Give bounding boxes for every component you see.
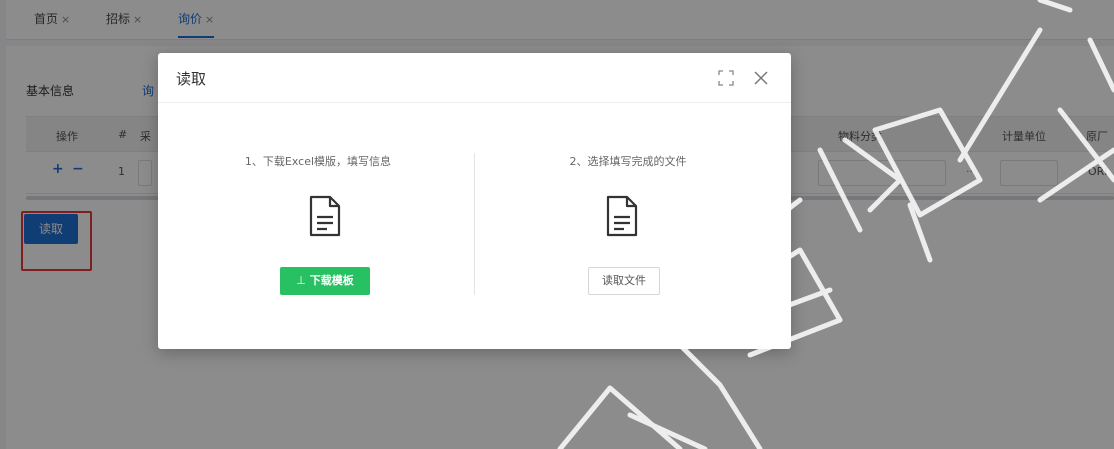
download-icon: ⊥ (296, 274, 306, 287)
step-select-label: 2、选择填写完成的文件 (569, 155, 687, 168)
column-divider (474, 153, 475, 295)
document-icon (309, 195, 341, 237)
dialog-header: 读取 (158, 53, 791, 103)
download-template-button[interactable]: ⊥ 下载模板 (280, 267, 370, 295)
fullscreen-icon[interactable] (717, 69, 735, 87)
document-icon (606, 195, 638, 237)
close-icon[interactable] (752, 69, 770, 87)
download-button-label: 下载模板 (309, 274, 354, 287)
dialog-title: 读取 (176, 70, 207, 88)
read-dialog: 读取 1、下载Excel模版，填写信息 2、选择填写完成的文件 ⊥ 下载模板 读取… (158, 53, 791, 349)
step-download-label: 1、下载Excel模版，填写信息 (244, 155, 392, 168)
read-file-button[interactable]: 读取文件 (588, 267, 660, 295)
